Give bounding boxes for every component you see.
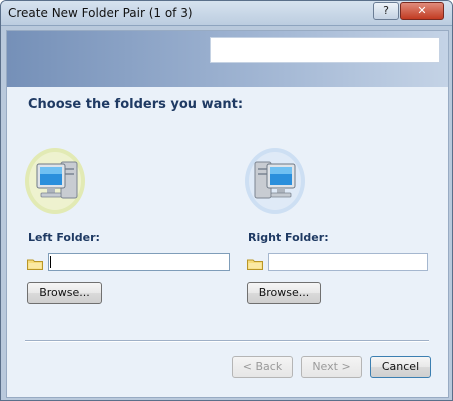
right-folder-label: Right Folder: — [248, 231, 329, 244]
left-browse-button[interactable]: Browse... — [27, 282, 102, 304]
header-logo-area — [210, 37, 440, 63]
folder-icon — [27, 259, 43, 270]
right-browse-button[interactable]: Browse... — [247, 282, 321, 304]
right-folder-input[interactable] — [268, 253, 428, 271]
text-caret — [50, 256, 51, 268]
close-button[interactable]: ✕ — [400, 2, 444, 20]
header-banner — [7, 31, 448, 87]
footer-separator — [25, 340, 429, 342]
title-bar[interactable]: Create New Folder Pair (1 of 3) ? ✕ — [1, 1, 452, 26]
left-folder-label: Left Folder: — [28, 231, 100, 244]
dialog-window: Create New Folder Pair (1 of 3) ? ✕ Choo… — [0, 0, 453, 401]
left-computer-icon — [25, 148, 85, 214]
help-button[interactable]: ? — [373, 2, 399, 20]
back-button[interactable]: < Back — [232, 356, 293, 378]
page-heading: Choose the folders you want: — [28, 97, 244, 112]
cancel-button[interactable]: Cancel — [370, 356, 431, 378]
next-button[interactable]: Next > — [301, 356, 362, 378]
folder-icon — [247, 259, 263, 270]
dialog-client-area: Choose the folders you want: Left Folder… — [6, 30, 449, 398]
left-folder-input[interactable] — [48, 253, 230, 271]
right-computer-icon — [245, 148, 305, 214]
window-title: Create New Folder Pair (1 of 3) — [8, 6, 193, 20]
